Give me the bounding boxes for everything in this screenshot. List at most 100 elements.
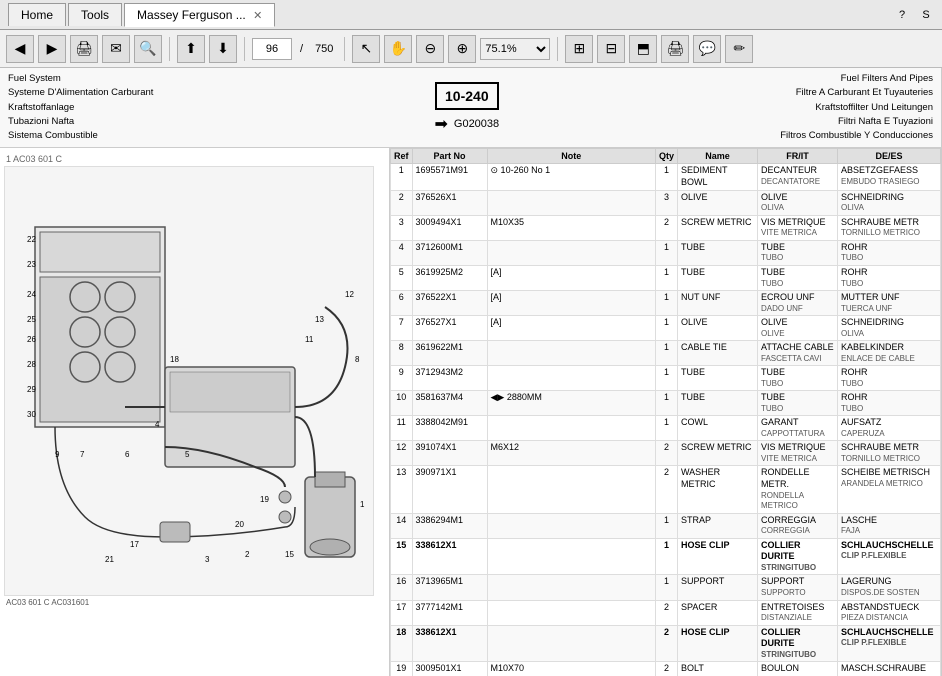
- settings-icon[interactable]: S: [918, 7, 934, 23]
- cell-note: [487, 575, 655, 600]
- document-panel: Fuel System Systeme D'Alimentation Carbu…: [0, 68, 942, 676]
- table-row[interactable]: 17 3777142M1 2 SPACER ENTRETOISESDISTANZ…: [391, 600, 941, 625]
- fit-button[interactable]: ⊞: [565, 35, 593, 63]
- table-row[interactable]: 10 3581637M4 ◀▶ 2880MM 1 TUBE TUBETUBO R…: [391, 391, 941, 416]
- view-button[interactable]: ⊟: [597, 35, 625, 63]
- svg-text:5: 5: [185, 450, 190, 459]
- cell-qty: 1: [655, 366, 677, 391]
- cell-name: TUBE: [678, 391, 758, 416]
- print-button[interactable]: 🖨: [70, 35, 98, 63]
- edit-button[interactable]: ✏: [725, 35, 753, 63]
- cursor-button[interactable]: ↖: [352, 35, 380, 63]
- cell-partno: 3386294M1: [412, 513, 487, 538]
- col-note: Note: [487, 149, 655, 164]
- tab-home[interactable]: Home: [8, 3, 66, 26]
- tab-massey[interactable]: Massey Ferguson ... ✕: [124, 3, 275, 27]
- cell-name: TUBE: [678, 265, 758, 290]
- cell-note: [487, 341, 655, 366]
- table-row[interactable]: 5 3619925M2 [A] 1 TUBE TUBETUBO ROHRTUBO: [391, 265, 941, 290]
- svg-text:22: 22: [27, 235, 36, 244]
- zoom-select[interactable]: 75.1%: [480, 38, 550, 60]
- table-row[interactable]: 9 3712943M2 1 TUBE TUBETUBO ROHRTUBO: [391, 366, 941, 391]
- cell-note: [A]: [487, 265, 655, 290]
- cell-name: BOLT: [678, 662, 758, 676]
- cell-partno: 338612X1: [412, 625, 487, 662]
- cell-name: WASHER METRIC: [678, 466, 758, 513]
- table-row[interactable]: 3 3009494X1 M10X35 2 SCREW METRIC VIS ME…: [391, 215, 941, 240]
- cell-fr: SUPPORTSUPPORTO: [758, 575, 838, 600]
- email-button[interactable]: ✉: [102, 35, 130, 63]
- cell-note: [487, 600, 655, 625]
- table-row[interactable]: 19 3009501X1 M10X70 2 BOLT BOULONBULLONE…: [391, 662, 941, 676]
- cell-ref: 4: [391, 240, 413, 265]
- svg-text:23: 23: [27, 260, 36, 269]
- cell-qty: 1: [655, 341, 677, 366]
- header-it-line: Tubazioni Nafta: [8, 115, 153, 129]
- toolbar: ◀ ▶ 🖨 ✉ 🔍 ⬆ ⬇ / 750 ↖ ✋ ⊖ ⊕ 75.1% ⊞ ⊟ ⬒ …: [0, 30, 942, 68]
- cell-partno: 3581637M4: [412, 391, 487, 416]
- table-row[interactable]: 1 1695571M91 ⊙ 10-260 No 1 1 SEDIMENT BO…: [391, 164, 941, 190]
- table-row[interactable]: 7 376527X1 [A] 1 OLIVE OLIVEOLIVE SCHNEI…: [391, 316, 941, 341]
- cell-ref: 6: [391, 290, 413, 315]
- table-row[interactable]: 15 338612X1 1 HOSE CLIP COLLIER DURITEST…: [391, 538, 941, 575]
- cell-ref: 13: [391, 466, 413, 513]
- cell-qty: 1: [655, 265, 677, 290]
- tab-tools[interactable]: Tools: [68, 3, 122, 26]
- table-row[interactable]: 14 3386294M1 1 STRAP CORREGGIACORREGGIA …: [391, 513, 941, 538]
- table-row[interactable]: 6 376522X1 [A] 1 NUT UNF ECROU UNFDADO U…: [391, 290, 941, 315]
- cell-partno: 3388042M91: [412, 416, 487, 441]
- up-button[interactable]: ⬆: [177, 35, 205, 63]
- table-row[interactable]: 2 376526X1 3 OLIVE OLIVEOLIVA SCHNEIDRIN…: [391, 190, 941, 215]
- table-row[interactable]: 18 338612X1 2 HOSE CLIP COLLIER DURITEST…: [391, 625, 941, 662]
- down-button[interactable]: ⬇: [209, 35, 237, 63]
- export-button[interactable]: ⬒: [629, 35, 657, 63]
- table-row[interactable]: 12 391074X1 M6X12 2 SCREW METRIC VIS MET…: [391, 441, 941, 466]
- search-button[interactable]: 🔍: [134, 35, 162, 63]
- cell-de: AUFSATZCAPERUZA: [838, 416, 941, 441]
- comment-button[interactable]: 💬: [693, 35, 721, 63]
- cell-fr: BOULONBULLONE: [758, 662, 838, 676]
- cell-qty: 1: [655, 316, 677, 341]
- parts-list[interactable]: Ref Part No Note Qty Name FR/IT DE/ES 1 …: [390, 148, 941, 676]
- window-bar: Home Tools Massey Ferguson ... ✕ ? S: [0, 0, 942, 30]
- help-icon[interactable]: ?: [894, 7, 910, 23]
- table-row[interactable]: 16 3713965M1 1 SUPPORT SUPPORTSUPPORTO L…: [391, 575, 941, 600]
- cell-partno: 3713965M1: [412, 575, 487, 600]
- header-fr-line: Systeme D'Alimentation Carburant: [8, 86, 153, 100]
- tab-close-icon[interactable]: ✕: [253, 10, 262, 22]
- cell-name: CABLE TIE: [678, 341, 758, 366]
- forward-button[interactable]: ▶: [38, 35, 66, 63]
- cell-de: SCHNEIDRINGOLIVA: [838, 190, 941, 215]
- hand-button[interactable]: ✋: [384, 35, 412, 63]
- cell-fr: ECROU UNFDADO UNF: [758, 290, 838, 315]
- svg-text:12: 12: [345, 290, 354, 299]
- cell-fr: OLIVEOLIVE: [758, 316, 838, 341]
- cell-ref: 18: [391, 625, 413, 662]
- cell-partno: 338612X1: [412, 538, 487, 575]
- cell-name: COWL: [678, 416, 758, 441]
- table-row[interactable]: 4 3712600M1 1 TUBE TUBETUBO ROHRTUBO: [391, 240, 941, 265]
- cell-fr: CORREGGIACORREGGIA: [758, 513, 838, 538]
- cell-note: [487, 466, 655, 513]
- cell-name: HOSE CLIP: [678, 625, 758, 662]
- parts-table: Ref Part No Note Qty Name FR/IT DE/ES 1 …: [390, 148, 941, 676]
- cell-partno: 3009501X1: [412, 662, 487, 676]
- table-row[interactable]: 8 3619622M1 1 CABLE TIE ATTACHE CABLEFAS…: [391, 341, 941, 366]
- back-button[interactable]: ◀: [6, 35, 34, 63]
- cell-qty: 1: [655, 538, 677, 575]
- cell-note: ◀▶ 2880MM: [487, 391, 655, 416]
- cell-partno: 3777142M1: [412, 600, 487, 625]
- page-input[interactable]: [252, 38, 292, 60]
- window-icons: ? S: [894, 7, 934, 23]
- cell-partno: 391074X1: [412, 441, 487, 466]
- header-es-line: Sistema Combustible: [8, 129, 153, 143]
- table-row[interactable]: 11 3388042M91 1 COWL GARANTCAPPOTTATURA …: [391, 416, 941, 441]
- cell-qty: 2: [655, 625, 677, 662]
- zoom-in-button[interactable]: ⊕: [448, 35, 476, 63]
- cell-name: STRAP: [678, 513, 758, 538]
- table-row[interactable]: 13 390971X1 2 WASHER METRIC RONDELLE MET…: [391, 466, 941, 513]
- doc-header: Fuel System Systeme D'Alimentation Carbu…: [0, 68, 941, 148]
- print2-button[interactable]: 🖨: [661, 35, 689, 63]
- zoom-out-button[interactable]: ⊖: [416, 35, 444, 63]
- cell-de: SCHRAUBE METRTORNILLO METRICO: [838, 215, 941, 240]
